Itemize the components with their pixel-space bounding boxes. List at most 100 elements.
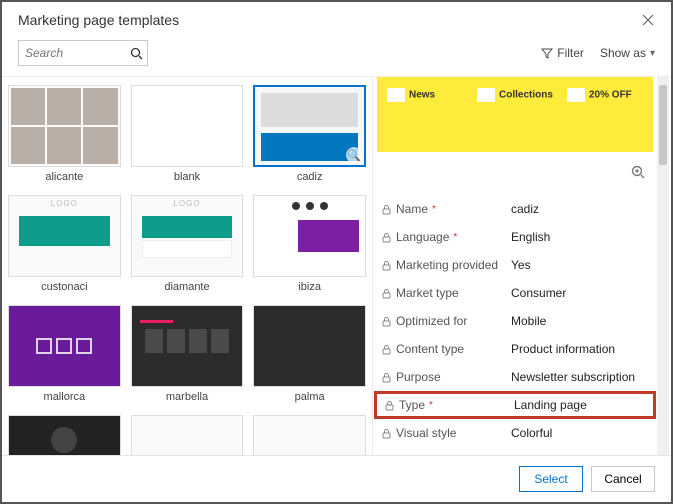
field-value: Newsletter subscription <box>511 370 649 384</box>
thumbnail <box>131 305 244 387</box>
template-name: mallorca <box>44 387 86 405</box>
template-card-extra[interactable] <box>253 415 366 455</box>
required-marker: * <box>429 400 433 411</box>
field-value: cadiz <box>511 202 649 216</box>
template-name: marbella <box>166 387 208 405</box>
lock-icon <box>384 400 395 411</box>
dialog-title: Marketing page templates <box>18 12 641 28</box>
field-value: Landing page <box>514 398 646 412</box>
dialog-header: Marketing page templates <box>2 2 671 34</box>
field-label: Language* <box>381 230 511 244</box>
template-name: custonaci <box>41 277 87 295</box>
preview-zoom-button[interactable] <box>627 161 649 183</box>
details-fields[interactable]: Name*cadizLanguage*EnglishMarketing prov… <box>373 191 671 455</box>
template-card-custonaci[interactable]: LOGO custonaci <box>8 195 121 295</box>
template-picker-dialog: Marketing page templates Filter Show as … <box>0 0 673 504</box>
field-row: PurposeNewsletter subscription <box>377 363 653 391</box>
field-row: Marketing providedYes <box>377 251 653 279</box>
template-grid: alicante blank 🔍 cadiz LOGO <box>8 85 366 455</box>
preview-col-label: 20% OFF <box>589 89 632 100</box>
template-name: blank <box>174 167 200 185</box>
thumbnail <box>253 195 366 277</box>
field-row: Content typeProduct information <box>377 335 653 363</box>
filter-icon <box>541 47 553 59</box>
required-marker: * <box>432 204 436 215</box>
chevron-down-icon: ▾ <box>650 48 655 59</box>
filter-button[interactable]: Filter <box>541 46 584 60</box>
thumbnail <box>8 305 121 387</box>
close-icon <box>642 14 654 26</box>
thumbnail <box>131 85 244 167</box>
template-name: alicante <box>45 167 83 185</box>
lock-icon <box>381 260 392 271</box>
field-label: Market type <box>381 286 511 300</box>
zoom-icon[interactable]: 🔍 <box>346 147 362 163</box>
field-row: Type*Landing page <box>374 391 656 419</box>
lock-icon <box>381 232 392 243</box>
template-name: palma <box>295 387 325 405</box>
filter-label: Filter <box>557 46 584 60</box>
template-grid-pane[interactable]: alicante blank 🔍 cadiz LOGO <box>2 77 372 455</box>
template-name: diamante <box>164 277 209 295</box>
showas-label: Show as <box>600 46 646 60</box>
template-preview: News Collections 20% OFF <box>377 77 653 187</box>
lock-icon <box>381 316 392 327</box>
template-card-alicante[interactable]: alicante <box>8 85 121 185</box>
field-row: Optimized forMobile <box>377 307 653 335</box>
field-value: Colorful <box>511 426 649 440</box>
details-scrollbar[interactable] <box>657 77 669 455</box>
template-card-extra[interactable] <box>8 415 121 455</box>
thumbnail <box>8 85 121 167</box>
field-label: Optimized for <box>381 314 511 328</box>
dialog-footer: Select Cancel <box>2 455 671 502</box>
field-value: Mobile <box>511 314 649 328</box>
field-label: Type* <box>384 398 514 412</box>
thumbnail <box>253 415 366 455</box>
showas-button[interactable]: Show as ▾ <box>600 46 655 60</box>
template-name: cadiz <box>297 167 323 185</box>
lock-icon <box>381 372 392 383</box>
zoom-icon <box>631 165 645 179</box>
field-row: Language*English <box>377 223 653 251</box>
field-value: Consumer <box>511 286 649 300</box>
field-value: English <box>511 230 649 244</box>
search-icon[interactable] <box>126 47 147 60</box>
lock-icon <box>381 344 392 355</box>
field-label: Name* <box>381 202 511 216</box>
field-label: Visual style <box>381 426 511 440</box>
field-row: Visual styleColorful <box>377 419 653 447</box>
template-card-diamante[interactable]: LOGO diamante <box>131 195 244 295</box>
preview-col-label: Collections <box>499 89 553 100</box>
field-value: Product information <box>511 342 649 356</box>
template-card-blank[interactable]: blank <box>131 85 244 185</box>
field-label: Content type <box>381 342 511 356</box>
thumbnail <box>131 415 244 455</box>
field-label: Purpose <box>381 370 511 384</box>
field-value: Yes <box>511 258 649 272</box>
thumbnail: LOGO <box>131 195 244 277</box>
template-card-cadiz[interactable]: 🔍 cadiz <box>253 85 366 185</box>
template-name: ibiza <box>298 277 321 295</box>
cancel-button[interactable]: Cancel <box>591 466 655 492</box>
template-card-palma[interactable]: palma <box>253 305 366 405</box>
lock-icon <box>381 204 392 215</box>
toolbar: Filter Show as ▾ <box>2 34 671 76</box>
search-input[interactable] <box>19 46 126 60</box>
thumbnail <box>8 415 121 455</box>
template-card-marbella[interactable]: marbella <box>131 305 244 405</box>
template-card-extra[interactable] <box>131 415 244 455</box>
lock-icon <box>381 288 392 299</box>
thumbnail: 🔍 <box>253 85 366 167</box>
thumbnail: LOGO <box>8 195 121 277</box>
dialog-body: alicante blank 🔍 cadiz LOGO <box>2 76 671 455</box>
search-box[interactable] <box>18 40 148 66</box>
select-button[interactable]: Select <box>519 466 583 492</box>
field-row: Market typeConsumer <box>377 279 653 307</box>
template-card-mallorca[interactable]: mallorca <box>8 305 121 405</box>
required-marker: * <box>453 232 457 243</box>
thumbnail <box>253 305 366 387</box>
close-button[interactable] <box>641 13 655 27</box>
template-card-ibiza[interactable]: ibiza <box>253 195 366 295</box>
field-row: Name*cadiz <box>377 195 653 223</box>
field-label: Marketing provided <box>381 258 511 272</box>
